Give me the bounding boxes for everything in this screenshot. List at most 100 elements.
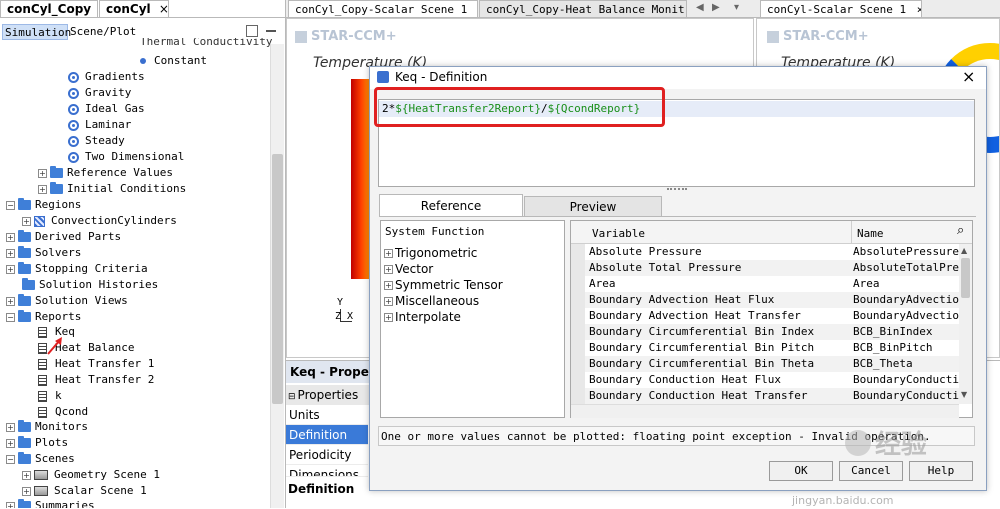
tree-item-laminar[interactable]: Laminar [68, 117, 131, 133]
splitter-handle[interactable] [667, 188, 687, 192]
table-scrollbar[interactable]: ▲ ▼ [959, 244, 972, 404]
sf-item-miscellaneous[interactable]: +Miscellaneous [384, 293, 479, 309]
scroll-up-icon[interactable]: ▲ [961, 246, 967, 255]
tree-item-solution-views[interactable]: +Solution Views [6, 293, 128, 309]
tab-concyl-copy-scalar-scene[interactable]: conCyl_Copy-Scalar Scene 1 × [288, 0, 478, 17]
tree-item-report-qcond[interactable]: Qcond [38, 404, 88, 420]
table-row[interactable]: Boundary Circumferential Bin ThetaBCB_Th… [571, 356, 959, 372]
tree-item-report-k[interactable]: k [38, 388, 62, 404]
tab-scroll-left-icon[interactable]: ◀ [696, 2, 704, 13]
tree-item-regions[interactable]: −Regions [6, 197, 81, 213]
tree-item-constant[interactable]: Constant [140, 53, 207, 69]
sf-item-trigonometric[interactable]: +Trigonometric [384, 245, 477, 261]
tree-item-derived-parts[interactable]: +Derived Parts [6, 229, 121, 245]
tree-item-summaries[interactable]: +Summaries [6, 498, 95, 508]
tree-item-solution-histories[interactable]: Solution Histories [22, 277, 158, 293]
expand-icon[interactable]: + [22, 217, 31, 226]
tree-options-icon[interactable] [246, 25, 258, 37]
sf-item-interpolate[interactable]: +Interpolate [384, 309, 461, 325]
scrollbar-thumb[interactable] [961, 258, 970, 298]
column-header-variable[interactable]: Variable [592, 227, 645, 240]
collapse-icon[interactable]: − [6, 455, 15, 464]
expand-icon[interactable]: + [384, 265, 393, 274]
column-header-name[interactable]: Name [857, 227, 884, 240]
property-units[interactable]: Units [286, 405, 368, 425]
scrollbar-thumb[interactable] [272, 154, 283, 404]
tree-scrollbar[interactable] [270, 44, 284, 508]
tree-item-ideal-gas[interactable]: Ideal Gas [68, 101, 145, 117]
property-periodicity[interactable]: Periodicity [286, 445, 368, 465]
expand-icon[interactable]: + [6, 233, 15, 242]
expand-icon[interactable]: + [22, 487, 31, 496]
tab-scroll-right-icon[interactable]: ▶ [712, 2, 720, 13]
table-row[interactable]: Boundary Conduction Heat FluxBoundaryCon… [571, 372, 959, 388]
help-button[interactable]: Help [909, 461, 973, 481]
table-row[interactable]: Boundary Advection Heat TransferBoundary… [571, 308, 959, 324]
property-definition[interactable]: Definition [286, 425, 368, 445]
close-icon[interactable]: × [159, 2, 169, 16]
tab-preview[interactable]: Preview [524, 196, 662, 216]
table-row[interactable]: Boundary Advection Heat FluxBoundaryAdve… [571, 292, 959, 308]
sf-item-symmetric-tensor[interactable]: +Symmetric Tensor [384, 277, 503, 293]
close-icon[interactable]: × [917, 3, 922, 16]
tree-item-geometry-scene-1[interactable]: +Geometry Scene 1 [22, 467, 160, 483]
collapse-icon[interactable]: − [6, 201, 15, 210]
tree-item-scenes[interactable]: −Scenes [6, 451, 75, 467]
scroll-down-icon[interactable]: ▼ [961, 390, 967, 399]
tree-item-solvers[interactable]: +Solvers [6, 245, 81, 261]
expand-icon[interactable]: + [6, 249, 15, 258]
tree-item-scalar-scene-1[interactable]: +Scalar Scene 1 [22, 483, 147, 499]
ok-button[interactable]: OK [769, 461, 833, 481]
collapse-icon[interactable]: − [6, 313, 15, 322]
tree-item-plots[interactable]: +Plots [6, 435, 68, 451]
properties-section[interactable]: ⊟Properties [286, 385, 370, 405]
minimize-icon[interactable] [266, 30, 276, 32]
table-row[interactable]: Boundary Circumferential Bin PitchBCB_Bi… [571, 340, 959, 356]
expand-icon[interactable]: + [6, 439, 15, 448]
tree-item-monitors[interactable]: +Monitors [6, 419, 88, 435]
expand-icon[interactable]: + [6, 297, 15, 306]
tab-reference[interactable]: Reference [379, 194, 523, 216]
tab-concyl-copy[interactable]: conCyl_Copy [0, 0, 98, 17]
property-dimensions[interactable]: Dimensions [286, 465, 368, 477]
subtab-simulation[interactable]: Simulation [2, 24, 68, 40]
expand-icon[interactable]: + [22, 471, 31, 480]
tab-concyl-scalar-scene[interactable]: conCyl-Scalar Scene 1 × [760, 0, 922, 17]
tree-item-two-dimensional[interactable]: Two Dimensional [68, 149, 184, 165]
expand-icon[interactable]: + [384, 297, 393, 306]
expand-icon[interactable]: + [384, 313, 393, 322]
table-row[interactable]: Absolute Total PressureAbsoluteTotalPres [571, 260, 959, 276]
tab-list-icon[interactable]: ▾ [734, 2, 739, 13]
tree-item-stopping-criteria[interactable]: +Stopping Criteria [6, 261, 148, 277]
collapse-icon[interactable]: ⊟ [288, 392, 296, 402]
table-hscrollbar[interactable] [571, 404, 959, 418]
tree-item-reports[interactable]: −Reports [6, 309, 81, 325]
expand-icon[interactable]: + [6, 423, 15, 432]
expand-icon[interactable]: + [38, 169, 47, 178]
expand-icon[interactable]: + [6, 502, 15, 509]
tree-item-initial-conditions[interactable]: +Initial Conditions [38, 181, 186, 197]
tree-item-report-heat-transfer-1[interactable]: Heat Transfer 1 [38, 356, 154, 372]
table-row[interactable]: Absolute PressureAbsolutePressure [571, 244, 959, 260]
tree-item-gravity[interactable]: Gravity [68, 85, 131, 101]
expand-icon[interactable]: + [384, 281, 393, 290]
search-icon[interactable]: ⌕ [957, 224, 970, 238]
tree-item-gradients[interactable]: Gradients [68, 69, 145, 85]
table-row[interactable]: AreaArea [571, 276, 959, 292]
table-row[interactable]: Boundary Conduction Heat TransferBoundar… [571, 388, 959, 404]
subtab-scene-plot[interactable]: Scene/Plot [70, 24, 136, 40]
expand-icon[interactable]: + [6, 265, 15, 274]
expand-icon[interactable]: + [38, 185, 47, 194]
tab-concyl-copy-heat-balance[interactable]: conCyl_Copy-Heat Balance Monit [479, 0, 687, 17]
table-row[interactable]: Boundary Circumferential Bin IndexBCB_Bi… [571, 324, 959, 340]
cancel-button[interactable]: Cancel [839, 461, 903, 481]
tree-item-convection-cylinders[interactable]: +ConvectionCylinders [22, 213, 177, 229]
tab-concyl[interactable]: conCyl × [99, 0, 169, 17]
tree-item-steady[interactable]: Steady [68, 133, 125, 149]
tree-item-reference-values[interactable]: +Reference Values [38, 165, 173, 181]
dialog-close-icon[interactable]: × [962, 67, 975, 86]
expand-icon[interactable]: + [384, 249, 393, 258]
tree-item-report-heat-transfer-2[interactable]: Heat Transfer 2 [38, 372, 154, 388]
sf-item-vector[interactable]: +Vector [384, 261, 433, 277]
tree-item-thermal-conductivity[interactable]: Thermal Conductivity [140, 38, 272, 48]
